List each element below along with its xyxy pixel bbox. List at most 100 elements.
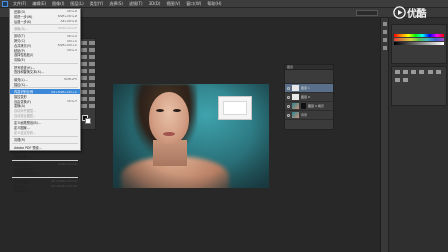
history-brush-tool-icon[interactable]	[89, 69, 95, 73]
panel-dock	[381, 18, 389, 252]
zoom-tool-icon[interactable]	[89, 104, 95, 108]
menu-item-shortcut: Shift+Ctrl+C	[57, 43, 77, 48]
menu-item: 渐隐(D)... Shift+Ctrl+F	[10, 26, 80, 31]
paragraph-panel-icon[interactable]	[383, 46, 387, 50]
menu-item[interactable]: 清理(R)	[10, 137, 80, 142]
menu-item-label: 描边(S)...	[14, 82, 28, 87]
menu-item: 自动混合图层...	[10, 113, 80, 118]
curves-icon[interactable]	[411, 70, 416, 74]
menu-item-label: 定义自定形状...	[14, 131, 37, 135]
swatch-row[interactable]	[394, 38, 444, 41]
menu-item-shortcut: Shift+Ctrl+K	[57, 162, 77, 167]
menu-help[interactable]: 帮助(H)	[204, 1, 224, 7]
menu-item-shortcut: Shift+Ctrl+Z	[57, 14, 77, 19]
menu-item-shortcut: Ctrl+V	[67, 48, 77, 53]
dodge-tool-icon[interactable]	[89, 83, 95, 87]
menu-item-label: 首选项(N)	[14, 189, 29, 194]
menu-filter[interactable]: 滤镜(T)	[126, 1, 146, 7]
menu-file[interactable]: 文件(F)	[10, 1, 29, 7]
layer-name: 图层 1	[301, 86, 310, 90]
menu-select[interactable]: 选择(S)	[106, 1, 126, 7]
layer-thumbnail	[292, 85, 299, 91]
layer-name: 背景	[301, 113, 308, 117]
vibrance-icon[interactable]	[428, 70, 434, 74]
eraser-tool-icon[interactable]	[81, 76, 87, 80]
menu-item[interactable]: 首选项(N)	[10, 188, 80, 193]
history-panel-icon[interactable]	[383, 22, 387, 26]
properties-panel-icon[interactable]	[383, 30, 387, 34]
color-spectrum[interactable]	[394, 34, 444, 37]
crop-tool-icon[interactable]	[81, 55, 87, 59]
menu-item-label: 远程连接...	[14, 155, 30, 160]
layer-row[interactable]: 图层 0 拷贝	[285, 102, 333, 111]
menu-image[interactable]: 图像(I)	[49, 1, 67, 7]
menu-item-shortcut: Ctrl+T	[67, 99, 77, 104]
menu-item[interactable]: 后退一步(K) Alt+Ctrl+Z	[10, 19, 80, 24]
stamp-tool-icon[interactable]	[81, 69, 87, 73]
blur-tool-icon[interactable]	[81, 83, 87, 87]
menu-item-shortcut: Alt+Shift+Ctrl+K	[51, 179, 77, 184]
layer-row[interactable]: 图层 0	[285, 93, 333, 102]
layer-mask-thumbnail	[301, 103, 306, 109]
color-balance-icon[interactable]	[395, 78, 400, 82]
layer-row[interactable]: 图层 1	[285, 84, 333, 93]
menu-item-label: 后退一步(K)	[14, 19, 32, 24]
visibility-eye-icon[interactable]	[287, 95, 290, 99]
menu-item[interactable]: 查找和替换文本(X)...	[10, 70, 80, 75]
visibility-eye-icon[interactable]	[287, 86, 290, 90]
edit-menu-dropdown: 还原(O) Ctrl+Z 前进一步(W) Shift+Ctrl+Z 后退一步(K) Alt…	[9, 8, 81, 193]
menu-item-label: 自动混合图层...	[14, 114, 37, 119]
layer-row[interactable]: 背景	[285, 111, 333, 120]
levels-icon[interactable]	[403, 70, 408, 74]
type-tool-icon[interactable]	[89, 90, 95, 94]
pen-tool-icon[interactable]	[81, 90, 87, 94]
white-frame-layer[interactable]	[218, 96, 252, 120]
menu-window[interactable]: 窗口(W)	[183, 1, 204, 7]
swatches-panel[interactable]	[391, 24, 447, 64]
layer-thumbnail	[292, 94, 299, 100]
lasso-tool-icon[interactable]	[81, 48, 87, 52]
eyedropper-tool-icon[interactable]	[89, 55, 95, 59]
menu-type[interactable]: 类型(Y)	[87, 1, 107, 7]
brush-tool-icon[interactable]	[89, 62, 95, 66]
menu-3d[interactable]: 3D(D)	[146, 1, 164, 6]
menu-view[interactable]: 视图(V)	[163, 1, 183, 7]
menu-item[interactable]: 远程连接...	[10, 154, 80, 159]
menu-edit[interactable]: 编辑(E)	[29, 1, 49, 7]
visibility-eye-icon[interactable]	[287, 113, 290, 117]
menu-item-shortcut: Shift+Ctrl+F	[58, 26, 77, 31]
photoshop-logo-icon	[2, 0, 8, 7]
background-color-swatch[interactable]	[85, 118, 91, 124]
character-panel-icon[interactable]	[383, 38, 387, 42]
hue-icon[interactable]	[436, 70, 442, 74]
exposure-icon[interactable]	[419, 70, 424, 74]
grayscale-row[interactable]	[394, 42, 444, 45]
white-frame-inner	[223, 101, 247, 115]
layers-options	[285, 70, 333, 84]
healing-tool-icon[interactable]	[81, 62, 87, 66]
right-panel-column	[380, 18, 448, 252]
brightness-icon[interactable]	[395, 70, 400, 74]
workspace-selector[interactable]	[356, 10, 378, 16]
shape-tool-icon[interactable]	[89, 97, 95, 101]
document-canvas[interactable]	[113, 84, 269, 188]
quick-select-tool-icon[interactable]	[89, 48, 95, 52]
path-select-tool-icon[interactable]	[81, 97, 87, 101]
adjustments-panel	[391, 66, 447, 106]
move-tool-icon[interactable]	[81, 41, 87, 45]
menu-item-label: 查找和替换文本(X)...	[14, 70, 45, 75]
menu-item[interactable]: 转换为配置文件(V)...	[10, 171, 80, 176]
menu-item-shortcut: Ctrl+C	[67, 38, 77, 43]
marquee-tool-icon[interactable]	[89, 41, 95, 45]
menu-item[interactable]: 清除(E)	[10, 57, 80, 62]
menu-item-shortcut: Alt+Shift+Ctrl+C	[51, 89, 77, 94]
layer-name: 图层 0	[301, 95, 310, 99]
menu-layer[interactable]: 图层(L)	[67, 1, 86, 7]
hand-tool-icon[interactable]	[81, 104, 87, 108]
bw-icon[interactable]	[403, 78, 408, 82]
visibility-eye-icon[interactable]	[287, 104, 290, 108]
layer-name: 图层 0 拷贝	[308, 104, 324, 108]
menu-item-shortcut: Alt+Shift+Ctrl+M	[50, 184, 77, 189]
menu-item[interactable]: 描边(S)...	[10, 82, 80, 87]
gradient-tool-icon[interactable]	[89, 76, 95, 80]
